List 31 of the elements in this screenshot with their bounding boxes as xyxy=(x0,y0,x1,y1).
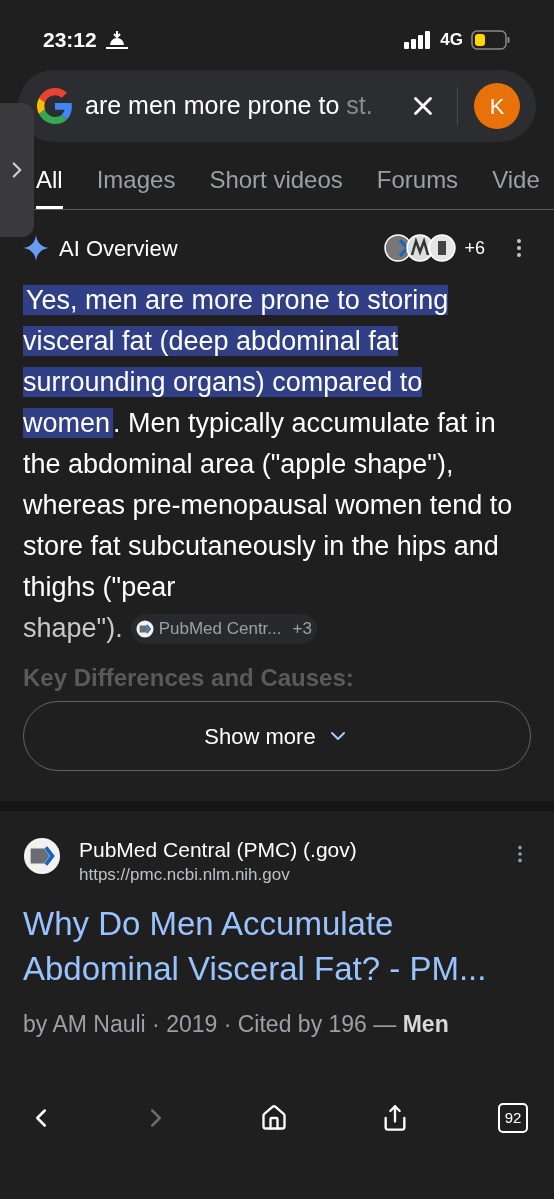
tab-count-button[interactable]: 92 xyxy=(498,1103,528,1133)
search-tab[interactable]: Short videos xyxy=(209,162,343,209)
result-title[interactable]: Why Do Men Accumulate Abdominal Visceral Fat? - PM... xyxy=(23,901,531,991)
home-icon xyxy=(260,1104,288,1132)
sunset-icon xyxy=(104,30,129,50)
source-avatars-icon xyxy=(384,234,457,262)
citation-chip[interactable]: PubMed Centr... +3 xyxy=(130,613,317,644)
search-bar[interactable]: are men more prone to st. K xyxy=(18,70,536,142)
answer-text: Yes, men are more prone to storing visceral fat (deep abdominal fat surrounding organs) compared to women. Men typically accumulate fat in the abdominal area ("apple shape"), whereas pre-menopausal women tend to store fat subcutaneously in the hips and thighs ("pear xyxy=(23,284,514,604)
citation-count: +3 xyxy=(292,620,312,637)
answer-text-end: shape"). xyxy=(23,612,123,645)
faded-heading: Key Differences and Causes: xyxy=(23,663,355,693)
sources-count[interactable]: +6 xyxy=(464,234,485,262)
result-snippet: by AM Nauli · 2019 · Cited by 196 — Men xyxy=(23,1010,450,1039)
result-url[interactable]: https://pmc.ncbi.nlm.nih.gov xyxy=(79,863,491,887)
sparkle-icon xyxy=(23,235,49,261)
pubmed-icon xyxy=(135,619,154,638)
network-label: 4G xyxy=(440,29,463,52)
battery-icon xyxy=(471,30,511,50)
search-query[interactable]: are men more prone to st. xyxy=(85,87,393,125)
google-logo-icon xyxy=(37,88,73,124)
search-tab[interactable]: Vide xyxy=(492,162,540,209)
result-site[interactable]: PubMed Central (PMC) (.gov) xyxy=(79,837,491,863)
search-tab[interactable]: Images xyxy=(96,162,176,209)
side-panel-handle[interactable] xyxy=(0,103,34,237)
ai-overview-title: AI Overview xyxy=(59,234,178,263)
citation-source: PubMed Centr... xyxy=(158,620,282,637)
search-tab[interactable]: Forums xyxy=(376,162,459,209)
site-icon xyxy=(23,837,61,875)
signal-icon xyxy=(404,31,433,49)
status-time: 23:12 xyxy=(43,27,97,54)
